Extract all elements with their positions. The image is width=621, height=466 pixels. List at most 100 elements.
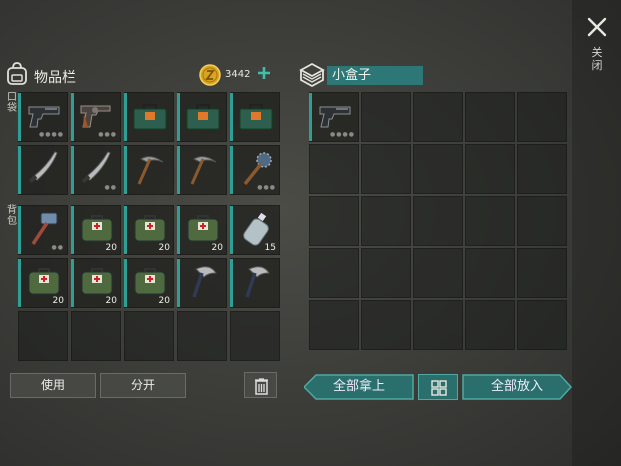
- pocket-slot[interactable]: ●●●: [71, 92, 121, 142]
- box-name: 小盒子: [327, 66, 423, 85]
- trash-icon: [255, 378, 268, 395]
- backpack-slot[interactable]: 20: [18, 258, 68, 308]
- pistol-icon: [319, 106, 351, 128]
- pocket-slot[interactable]: [177, 145, 227, 195]
- backpack-slot[interactable]: [177, 258, 227, 308]
- sort-button[interactable]: [418, 374, 458, 400]
- ammo-box-icon: [133, 104, 167, 130]
- box-slot[interactable]: [361, 144, 411, 194]
- box-slot[interactable]: [465, 196, 515, 246]
- machete-icon: [28, 151, 58, 184]
- backpack-icon: [7, 62, 27, 85]
- pocket-slot[interactable]: [177, 92, 227, 142]
- box-slot[interactable]: [465, 248, 515, 298]
- item-durability: ●●●: [98, 131, 117, 138]
- box-slot[interactable]: [413, 196, 463, 246]
- inventory-title: 物品栏: [34, 70, 76, 86]
- box-slot[interactable]: [309, 196, 359, 246]
- pocket-slot[interactable]: [124, 145, 174, 195]
- close-icon: [587, 17, 607, 37]
- pocket-label: 口袋: [7, 92, 17, 114]
- box-slot[interactable]: [413, 248, 463, 298]
- revolver-icon: [80, 105, 111, 128]
- close-label: 关闭: [591, 46, 603, 72]
- hatchet-icon: [245, 266, 270, 298]
- put-all-label: 全部放入: [490, 379, 543, 394]
- item-durability: ●●: [51, 244, 64, 251]
- backpack-slot[interactable]: [18, 311, 68, 361]
- coin-count: 3442: [225, 69, 251, 80]
- backpack-slot[interactable]: 20: [177, 205, 227, 255]
- close-button[interactable]: [586, 16, 608, 38]
- box-slot[interactable]: [361, 300, 411, 350]
- backpack-slot[interactable]: [230, 258, 280, 308]
- machete-icon: [81, 151, 111, 184]
- item-count: 20: [211, 243, 223, 253]
- box-slot[interactable]: ●●●●: [309, 92, 359, 142]
- box-slot[interactable]: [413, 144, 463, 194]
- coin-icon: [199, 64, 221, 86]
- ammo-box-icon: [239, 104, 273, 130]
- box-slot[interactable]: [517, 196, 567, 246]
- box-slot[interactable]: [361, 92, 411, 142]
- item-durability: ●●●: [257, 184, 276, 191]
- box-slot[interactable]: [309, 144, 359, 194]
- box-slot[interactable]: [361, 196, 411, 246]
- box-slot[interactable]: [465, 300, 515, 350]
- backpack-slot[interactable]: [124, 311, 174, 361]
- trash-button[interactable]: [244, 372, 277, 398]
- item-durability: ●●●●: [330, 131, 355, 138]
- pickaxe-icon: [190, 156, 217, 185]
- box-slot[interactable]: [309, 248, 359, 298]
- box-icon: [299, 62, 325, 88]
- use-button[interactable]: 使用: [10, 373, 96, 398]
- box-slot[interactable]: [465, 144, 515, 194]
- box-slot[interactable]: [517, 92, 567, 142]
- box-slot[interactable]: [517, 300, 567, 350]
- box-slot[interactable]: [517, 144, 567, 194]
- add-coins-button[interactable]: [257, 66, 271, 80]
- backpack-slot[interactable]: [71, 311, 121, 361]
- pistol-icon: [28, 106, 60, 128]
- item-count: 20: [158, 243, 170, 253]
- backpack-slot[interactable]: 20: [124, 258, 174, 308]
- backpack-slot[interactable]: ●●: [18, 205, 68, 255]
- backpack-slot[interactable]: 15: [230, 205, 280, 255]
- take-all-label: 全部拿上: [332, 379, 385, 394]
- hatchet-icon: [192, 266, 217, 298]
- spiked-club-icon: [243, 152, 272, 186]
- item-durability: ●●●●: [39, 131, 64, 138]
- pocket-slot[interactable]: [124, 92, 174, 142]
- box-slot[interactable]: [517, 248, 567, 298]
- box-grid: ●●●●: [309, 92, 567, 358]
- backpack-slot[interactable]: 20: [71, 205, 121, 255]
- pocket-slot[interactable]: ●●●: [230, 145, 280, 195]
- put-all-button[interactable]: 全部放入: [462, 374, 572, 400]
- pocket-slot[interactable]: ●●: [71, 145, 121, 195]
- backpack-slot[interactable]: 20: [124, 205, 174, 255]
- box-slot[interactable]: [413, 300, 463, 350]
- box-slot[interactable]: [309, 300, 359, 350]
- item-count: 20: [158, 296, 170, 306]
- pickaxe-icon: [137, 156, 164, 185]
- backpack-slot[interactable]: 20: [71, 258, 121, 308]
- pocket-slot[interactable]: ●●●●: [18, 92, 68, 142]
- backpack-grid: ●● 20 20 20 15 20 20 20: [18, 205, 280, 361]
- pocket-grid: ●●●● ●●● ●● ●●●: [18, 92, 280, 195]
- box-slot[interactable]: [413, 92, 463, 142]
- item-durability: ●●: [104, 184, 117, 191]
- backpack-label: 背包: [7, 205, 17, 227]
- take-all-button[interactable]: 全部拿上: [304, 374, 414, 400]
- item-count: 20: [105, 243, 117, 253]
- ammo-box-icon: [186, 104, 220, 130]
- pocket-slot[interactable]: [230, 92, 280, 142]
- item-count: 20: [52, 296, 64, 306]
- box-slot[interactable]: [465, 92, 515, 142]
- split-button[interactable]: 分开: [100, 373, 186, 398]
- backpack-slot[interactable]: [177, 311, 227, 361]
- backpack-slot[interactable]: [230, 311, 280, 361]
- box-slot[interactable]: [361, 248, 411, 298]
- pocket-slot[interactable]: [18, 145, 68, 195]
- sledgehammer-icon: [31, 212, 58, 245]
- grid-sort-icon: [431, 380, 447, 396]
